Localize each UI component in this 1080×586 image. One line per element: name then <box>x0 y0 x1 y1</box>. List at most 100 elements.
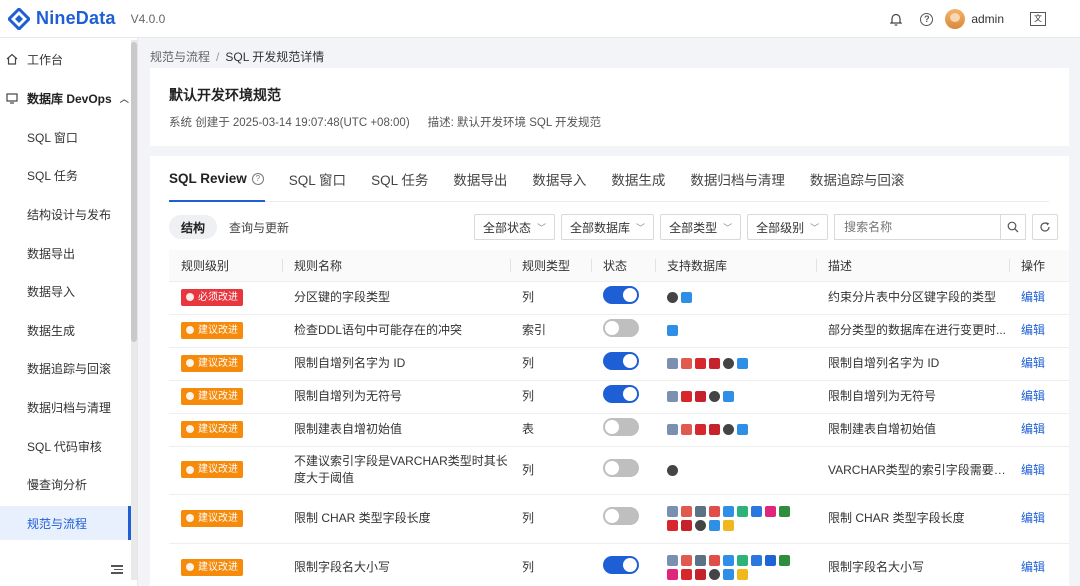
sidebar-group-devops[interactable]: 数据库 DevOps ︿ <box>0 81 131 115</box>
edit-link[interactable]: 编辑 <box>1021 511 1045 525</box>
edit-link[interactable]: 编辑 <box>1021 290 1045 304</box>
collapse-menu-icon[interactable] <box>111 565 123 575</box>
sidebar-item-spec-process[interactable]: 规范与流程 <box>0 506 131 540</box>
page-title: 默认开发环境规范 <box>169 87 281 103</box>
tab-sql-window[interactable]: SQL 窗口 <box>289 156 346 201</box>
database-type-icon <box>709 555 720 566</box>
logo[interactable]: NineData <box>8 7 116 30</box>
cell-action: 编辑 <box>1009 413 1069 447</box>
sidebar-item-label: 数据追踪与回滚 <box>27 361 112 376</box>
language-icon[interactable]: 文 <box>1030 12 1046 26</box>
table-row: 建议改进 限制自增列为无符号 列 限制自增列为无符号 编辑 <box>169 380 1069 414</box>
sidebar-item-workbench[interactable]: 工作台 <box>0 42 131 76</box>
table-row: 建议改进 限制 CHAR 类型字段长度 列 限制 CHAR 类型字段长度 编辑 <box>169 494 1069 544</box>
status-filter[interactable]: 全部状态 ﹀ <box>474 214 556 240</box>
tab-data-export[interactable]: 数据导出 <box>453 156 507 201</box>
help-icon[interactable]: ? <box>920 12 934 26</box>
tab-data-archive[interactable]: 数据归档与清理 <box>690 156 785 201</box>
tab-data-import[interactable]: 数据导入 <box>532 156 586 201</box>
monitor-icon <box>6 93 18 104</box>
table-row: 建议改进 检查DDL语句中可能存在的冲突 索引 部分类型的数据库在进行变更时... 编辑 <box>169 314 1069 348</box>
sidebar-item-sql-task[interactable]: SQL 任务 <box>0 158 131 192</box>
search-button[interactable] <box>1000 214 1027 240</box>
chevron-down-icon: ﹀ <box>723 222 733 233</box>
column-header: 规则类型 <box>510 250 591 282</box>
database-type-icon <box>681 424 692 435</box>
database-filter[interactable]: 全部数据库 ﹀ <box>561 214 655 240</box>
rule-name: 限制自增列为无符号 <box>294 389 403 403</box>
refresh-button[interactable] <box>1032 214 1059 240</box>
sidebar-item-slow-query[interactable]: 慢查询分析 <box>0 467 131 501</box>
sidebar-item-data-import[interactable]: 数据导入 <box>0 274 131 308</box>
edit-link[interactable]: 编辑 <box>1021 463 1045 477</box>
rules-card: SQL Review? SQL 窗口 SQL 任务 数据导出 数据导入 数据生成… <box>150 156 1069 586</box>
search-input[interactable] <box>834 214 1001 240</box>
chevron-down-icon: ﹀ <box>537 222 547 233</box>
sidebar-item-label: 结构设计与发布 <box>27 207 112 222</box>
tab-sql-task[interactable]: SQL 任务 <box>371 156 428 201</box>
breadcrumb-parent[interactable]: 规范与流程 <box>150 50 210 64</box>
segment-query-update[interactable]: 查询与更新 <box>217 215 301 239</box>
sidebar-item-schema-design[interactable]: 结构设计与发布 <box>0 197 131 231</box>
status-toggle[interactable] <box>603 458 639 477</box>
status-toggle[interactable] <box>603 352 639 370</box>
cell-databases <box>655 494 816 544</box>
rule-description: 限制自增列为无符号 <box>828 389 937 403</box>
database-type-icon <box>723 555 734 566</box>
status-toggle[interactable] <box>603 385 639 403</box>
bell-icon[interactable] <box>890 13 903 26</box>
rule-description: 限制 CHAR 类型字段长度 <box>828 511 965 525</box>
cell-rule-type: 列 <box>510 446 591 495</box>
sidebar-item-data-tracking[interactable]: 数据追踪与回滚 <box>0 351 131 385</box>
cell-action: 编辑 <box>1009 281 1069 315</box>
status-toggle[interactable] <box>603 418 639 436</box>
cell-description: 限制建表自增初始值 <box>816 413 1009 447</box>
tab-data-generation[interactable]: 数据生成 <box>611 156 665 201</box>
database-type-icon <box>681 292 692 303</box>
status-toggle[interactable] <box>603 507 639 525</box>
database-type-icon <box>695 569 706 580</box>
sidebar-item-data-archive[interactable]: 数据归档与清理 <box>0 390 131 424</box>
tab-sql-review[interactable]: SQL Review? <box>169 156 265 202</box>
edit-link[interactable]: 编辑 <box>1021 560 1045 574</box>
edit-link[interactable]: 编辑 <box>1021 356 1045 370</box>
rule-name: 限制自增列名字为 ID <box>294 356 406 370</box>
cell-status <box>591 413 655 447</box>
home-icon <box>6 53 18 65</box>
badge-label: 建议改进 <box>198 357 238 369</box>
warning-icon <box>186 392 194 401</box>
segment-structure[interactable]: 结构 <box>169 215 218 239</box>
rule-type: 列 <box>522 356 535 370</box>
status-toggle[interactable] <box>603 556 639 574</box>
rule-type: 索引 <box>522 323 547 337</box>
sidebar-item-sql-window[interactable]: SQL 窗口 <box>0 120 131 154</box>
edit-link[interactable]: 编辑 <box>1021 422 1045 436</box>
level-filter[interactable]: 全部级别 ﹀ <box>747 214 829 240</box>
tab-data-tracking[interactable]: 数据追踪与回滚 <box>810 156 905 201</box>
rule-description: VARCHAR类型的索引字段需要限... <box>828 462 1009 477</box>
sidebar-item-data-export[interactable]: 数据导出 <box>0 236 131 270</box>
status-toggle[interactable] <box>603 319 639 337</box>
avatar[interactable] <box>945 9 966 29</box>
database-type-icon <box>737 358 748 369</box>
database-type-icon <box>709 391 720 402</box>
help-icon[interactable]: ? <box>251 172 264 185</box>
sidebar-item-sql-review[interactable]: SQL 代码审核 <box>0 429 131 463</box>
rule-name: 不建议索引字段是VARCHAR类型时其长度大于阈值 <box>294 454 508 485</box>
edit-link[interactable]: 编辑 <box>1021 389 1045 403</box>
cell-description: 限制自增列名字为 ID <box>816 347 1009 381</box>
status-toggle[interactable] <box>603 286 639 304</box>
sidebar-item-data-generation[interactable]: 数据生成 <box>0 313 131 347</box>
sidebar: 工作台 数据库 DevOps ︿ SQL 窗口 SQL 任务 结构设计与发布 数… <box>0 38 138 586</box>
user-name[interactable]: admin <box>971 12 1004 26</box>
rule-type: 列 <box>522 462 535 477</box>
sidebar-scrollbar[interactable] <box>131 40 137 580</box>
refresh-icon <box>1040 222 1050 232</box>
type-filter[interactable]: 全部类型 ﹀ <box>660 214 742 240</box>
edit-link[interactable]: 编辑 <box>1021 323 1045 337</box>
rule-type: 列 <box>522 389 535 403</box>
database-icon-list <box>667 325 802 336</box>
database-type-icon <box>695 391 706 402</box>
cell-databases <box>655 446 816 495</box>
table-row: 必须改进 分区键的字段类型 列 约束分片表中分区键字段的类型 编辑 <box>169 281 1069 315</box>
